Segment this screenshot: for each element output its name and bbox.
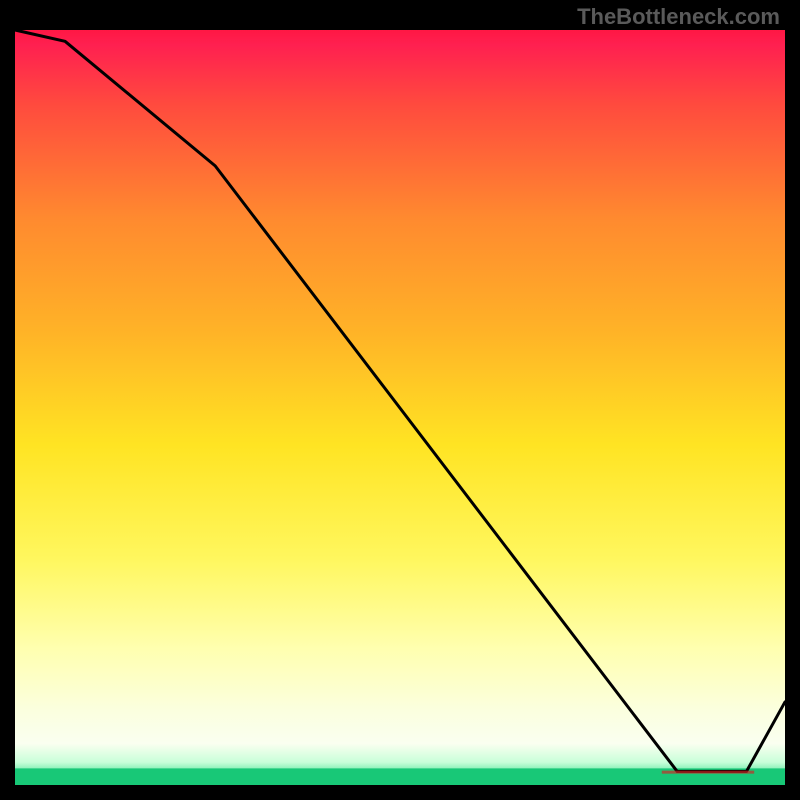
- chart-container: TheBottleneck.com: [0, 0, 800, 800]
- chart-svg: [0, 0, 800, 800]
- frame-bottom: [0, 785, 800, 800]
- frame-left: [0, 0, 15, 800]
- watermark-text: TheBottleneck.com: [577, 4, 780, 30]
- frame-right: [785, 0, 800, 800]
- marker-strip: [662, 771, 754, 774]
